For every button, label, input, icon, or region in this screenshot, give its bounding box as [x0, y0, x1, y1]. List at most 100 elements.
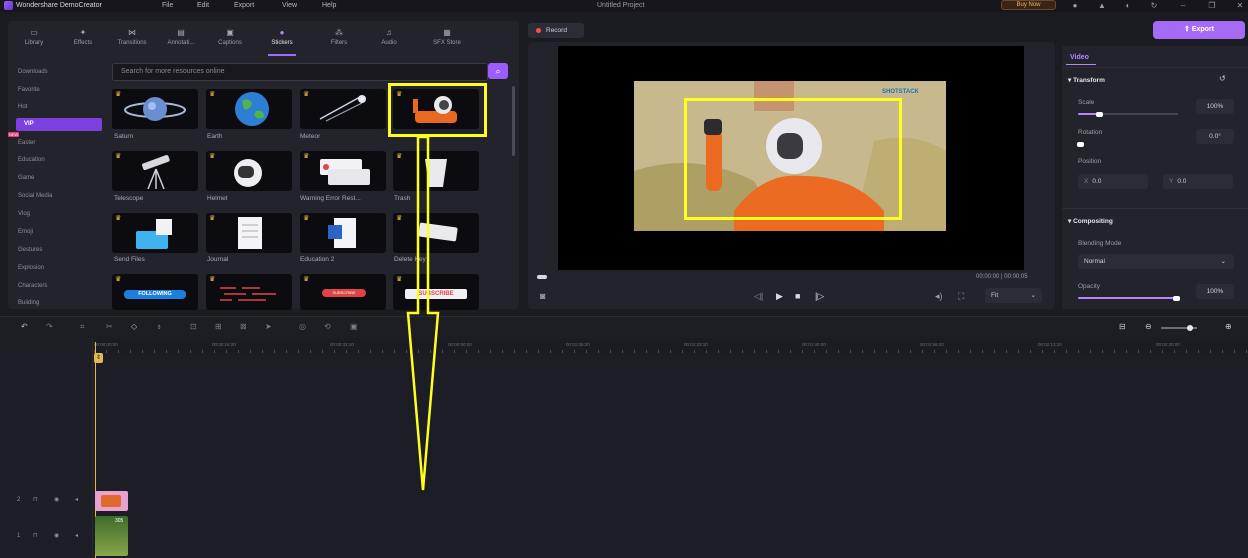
category-gestures[interactable]: Gestures — [18, 247, 42, 253]
mask-icon[interactable]: ⟲ — [324, 322, 331, 331]
playback-progress[interactable] — [537, 275, 547, 279]
category-hot[interactable]: Hot — [18, 104, 27, 110]
tab-effects[interactable]: ✦ Effects — [61, 25, 105, 53]
zoom-slider-knob[interactable] — [1187, 325, 1193, 331]
sticker-telescope[interactable]: ♛ — [112, 151, 198, 191]
category-favorite[interactable]: Favorite — [18, 87, 40, 93]
sticker-saturn[interactable]: ♛ — [112, 89, 198, 129]
restore-icon[interactable]: ❐ — [1207, 1, 1217, 11]
fullscreen-icon[interactable]: ⛶ — [958, 291, 964, 302]
record-button[interactable]: Record — [528, 23, 584, 38]
tab-captions[interactable]: ▣ Captions — [208, 25, 252, 53]
play-icon[interactable]: ▶ — [776, 291, 783, 302]
speaker-icon[interactable]: ◂ — [75, 496, 78, 503]
category-vip[interactable]: VIP — [16, 118, 102, 131]
screenshot-icon[interactable]: ◙ — [540, 291, 545, 301]
scale-value-field[interactable]: 100% — [1196, 99, 1234, 114]
category-characters[interactable]: Characters — [18, 283, 47, 289]
category-emoji[interactable]: Emoji — [18, 229, 33, 235]
sticker-warning-error[interactable]: ♛ — [300, 151, 386, 191]
menu-help[interactable]: Help — [322, 2, 336, 9]
lock-icon[interactable]: ⊓ — [33, 532, 38, 539]
sticker-following[interactable]: ♛ FOLLOWING — [112, 274, 198, 310]
category-game[interactable]: Game — [18, 175, 34, 181]
buy-now-button[interactable]: Buy Now — [1001, 0, 1056, 10]
stop-icon[interactable]: ■ — [795, 291, 800, 301]
previous-frame-icon[interactable]: ◁| — [754, 291, 763, 302]
menu-edit[interactable]: Edit — [197, 2, 209, 9]
opacity-value-field[interactable]: 100% — [1196, 284, 1234, 299]
sticker-scrollbar[interactable] — [512, 86, 515, 156]
ai-icon[interactable]: ◎ — [299, 322, 306, 331]
transform-section[interactable]: ▾ Transform — [1068, 76, 1105, 84]
sticker-education-2[interactable]: ♛ — [300, 213, 386, 253]
category-easter[interactable]: Easter — [18, 140, 35, 146]
category-building[interactable]: Building — [18, 300, 39, 306]
menu-view[interactable]: View — [282, 2, 297, 9]
record-screen-icon[interactable]: ▣ — [350, 322, 358, 331]
sticker-clip[interactable] — [95, 491, 128, 511]
redo-icon[interactable]: ↷ — [46, 322, 53, 331]
search-button[interactable]: ⌕ — [488, 63, 508, 79]
rotation-value-field[interactable]: 0.0° — [1196, 129, 1234, 144]
category-education[interactable]: Education — [18, 157, 45, 163]
zoom-in-icon[interactable]: ⊕ — [1225, 322, 1232, 331]
scale-slider-knob[interactable] — [1096, 112, 1103, 117]
zoom-pan-icon[interactable]: ⊞ — [215, 322, 222, 331]
tab-filters[interactable]: ⁂ Filters — [317, 25, 361, 53]
position-y-field[interactable]: Y 0.0 — [1163, 174, 1233, 189]
graduation-cap-icon[interactable]: ▲ — [1097, 1, 1107, 11]
tab-video[interactable]: Video — [1070, 54, 1089, 61]
zoom-out-icon[interactable]: ⊖ — [1145, 322, 1152, 331]
sticker-send-files[interactable]: ♛ — [112, 213, 198, 253]
refresh-icon[interactable]: ↻ — [1149, 1, 1159, 11]
minimize-icon[interactable]: – — [1178, 1, 1188, 11]
playhead-handle[interactable]: ⇕ — [94, 353, 103, 363]
category-downloads[interactable]: Downloads — [18, 69, 48, 75]
fit-timeline-icon[interactable]: ⊟ — [1119, 322, 1126, 331]
sticker-subscribe-small[interactable]: ♛ SUBSCRIBE — [300, 274, 386, 310]
blending-mode-dropdown[interactable]: Normal ⌄ — [1078, 254, 1234, 269]
sticker-meteor[interactable]: ♛ — [300, 89, 386, 129]
next-frame-icon[interactable]: |▷ — [815, 291, 824, 302]
export-button[interactable]: ⇪ Export — [1153, 21, 1245, 39]
cursor-icon[interactable]: ➤ — [265, 322, 272, 331]
category-social-media[interactable]: Social Media — [18, 193, 52, 199]
compositing-section[interactable]: ▾ Compositing — [1068, 217, 1113, 225]
sticker-helmet[interactable]: ♛ — [206, 151, 292, 191]
tab-transitions[interactable]: ⋈ Transitions — [110, 25, 154, 53]
fit-dropdown[interactable]: Fit ⌄ — [985, 288, 1042, 303]
search-input[interactable]: Search for more resources online — [112, 63, 488, 81]
timeline-ruler[interactable]: 00:00:00:00 00:00:16:20 00:00:33:10 00:0… — [94, 338, 1248, 354]
avatar-icon[interactable]: ● — [1070, 1, 1080, 11]
eye-icon[interactable]: ◉ — [54, 496, 59, 503]
undo-icon[interactable]: ↶ — [21, 322, 28, 331]
close-icon[interactable]: ✕ — [1235, 1, 1245, 11]
video-clip[interactable]: 305 — [95, 516, 128, 556]
crop-icon[interactable]: ⌗ — [80, 322, 85, 332]
tab-annotation[interactable]: ▤ Annotati... — [159, 25, 203, 53]
eye-icon[interactable]: ◉ — [54, 532, 59, 539]
split-icon[interactable]: ✂ — [106, 322, 113, 331]
sticker-journal[interactable]: ♛ — [206, 213, 292, 253]
sticker-code-lines[interactable]: ♛ — [206, 274, 292, 310]
microphone-icon[interactable]: ♁ — [156, 322, 162, 331]
category-explosion[interactable]: Explosion — [18, 265, 44, 271]
speaker-icon[interactable]: ◂ — [75, 532, 78, 539]
marker-icon[interactable]: ◇ — [131, 322, 137, 331]
freeze-frame-icon[interactable]: ⊡ — [190, 322, 197, 331]
category-vlog[interactable]: Vlog — [18, 211, 30, 217]
menu-file[interactable]: File — [162, 2, 173, 9]
volume-icon[interactable]: ◂) — [935, 291, 943, 302]
tab-stickers[interactable]: ● Stickers — [260, 25, 304, 56]
lock-icon[interactable]: ⊓ — [33, 496, 38, 503]
tab-audio[interactable]: ♫ Audio — [367, 25, 411, 53]
speed-icon[interactable]: ⊠ — [240, 322, 247, 331]
sticker-earth[interactable]: ♛ — [206, 89, 292, 129]
bell-icon[interactable]: ◐ — [1123, 1, 1133, 11]
tab-sfx-store[interactable]: ▦ SFX Store — [425, 25, 469, 53]
opacity-slider-knob[interactable] — [1173, 296, 1180, 301]
menu-export[interactable]: Export — [234, 2, 254, 9]
reset-icon[interactable]: ↺ — [1219, 74, 1226, 83]
position-x-field[interactable]: X 0.0 — [1078, 174, 1148, 189]
